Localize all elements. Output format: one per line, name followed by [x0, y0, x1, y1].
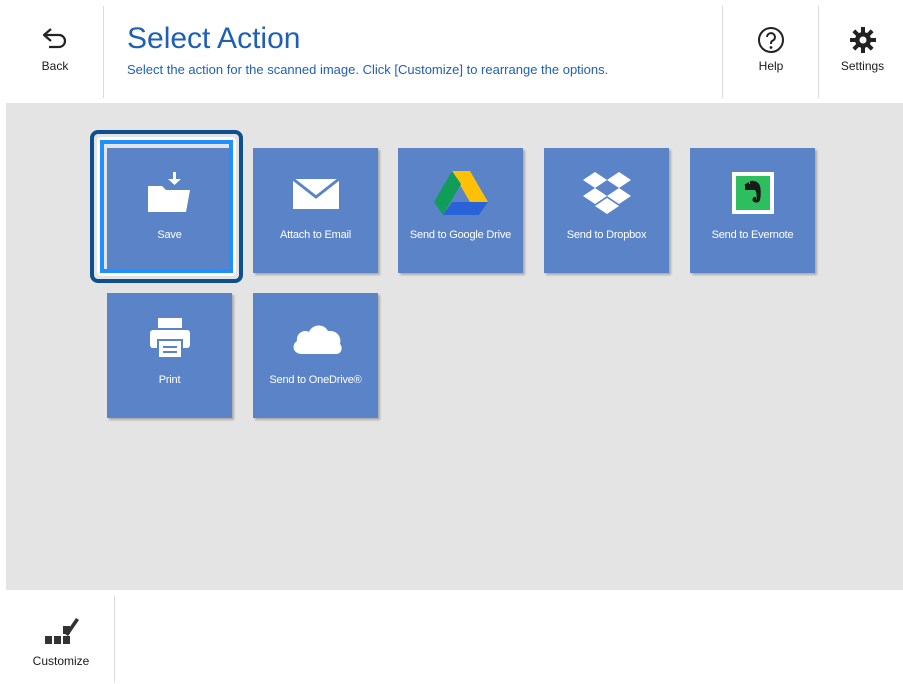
onedrive-action-tile[interactable]: Send to OneDrive® — [253, 293, 378, 418]
help-icon — [727, 26, 815, 56]
settings-button[interactable]: Settings — [822, 0, 903, 100]
help-button[interactable]: Help — [727, 0, 815, 100]
evernote-icon — [690, 170, 815, 216]
evernote-action-tile[interactable]: Send to Evernote — [690, 148, 815, 273]
gear-icon — [822, 26, 903, 56]
divider — [722, 6, 723, 98]
divider — [114, 596, 115, 682]
attach-email-action-label: Attach to Email — [280, 229, 351, 241]
footer-bar: Customize — [0, 594, 903, 684]
dropbox-action-tile[interactable]: Send to Dropbox — [544, 148, 669, 273]
back-button[interactable]: Back — [12, 0, 98, 100]
google-drive-action-tile[interactable]: Send to Google Drive — [398, 148, 523, 273]
customize-label: Customize — [32, 654, 90, 668]
back-label: Back — [41, 59, 69, 73]
page-title: Select Action — [127, 22, 301, 55]
evernote-action-label: Send to Evernote — [711, 229, 794, 241]
header-bar: Back Select Action Select the action for… — [0, 0, 903, 100]
back-arrow-icon — [12, 26, 98, 56]
google-drive-icon — [398, 170, 523, 216]
printer-icon — [107, 315, 232, 361]
help-label: Help — [758, 59, 784, 73]
save-action-tile[interactable]: Save — [107, 148, 232, 273]
print-action-tile[interactable]: Print — [107, 293, 232, 418]
save-action-label: Save — [157, 229, 182, 241]
onedrive-cloud-icon — [253, 315, 378, 361]
onedrive-action-label: Send to OneDrive® — [269, 374, 362, 386]
envelope-icon — [253, 170, 378, 216]
google-drive-action-label: Send to Google Drive — [409, 229, 512, 241]
settings-label: Settings — [840, 59, 885, 73]
dropbox-icon — [544, 170, 669, 216]
divider — [818, 6, 819, 98]
divider — [103, 6, 104, 98]
folder-download-icon — [107, 170, 232, 216]
customize-button[interactable]: Customize — [14, 594, 108, 684]
attach-email-action-tile[interactable]: Attach to Email — [253, 148, 378, 273]
print-action-label: Print — [158, 374, 181, 386]
dropbox-action-label: Send to Dropbox — [566, 229, 647, 241]
customize-icon — [14, 612, 108, 648]
page-subtitle: Select the action for the scanned image.… — [127, 62, 609, 77]
